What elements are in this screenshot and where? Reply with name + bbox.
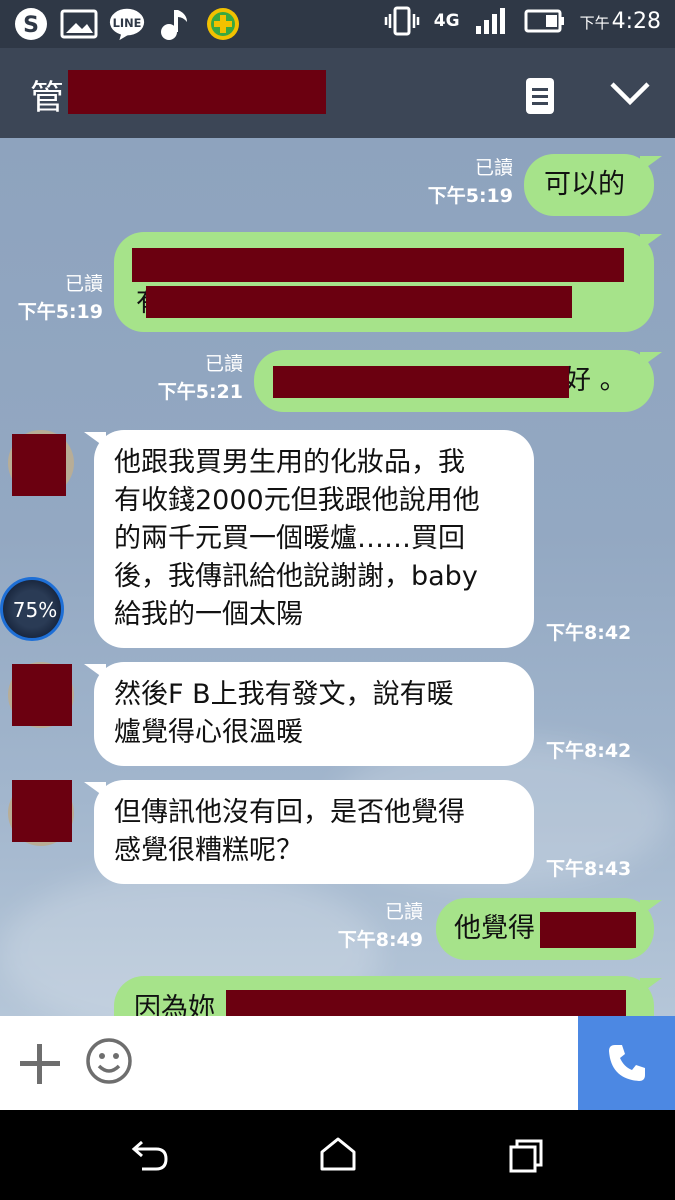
my-message-bubble[interactable]: 可以的: [524, 154, 654, 216]
clock: 下午4:28: [579, 8, 661, 34]
phone-icon: [608, 1045, 645, 1081]
their-message-bubble[interactable]: 但傳訊他沒有回，是否他覺得 感覺很糟糕呢？: [94, 780, 534, 884]
network-type: 4G: [433, 11, 460, 31]
vibrate-icon: [384, 6, 420, 36]
message-meta: 已讀 下午5:19: [17, 273, 103, 323]
redaction-block: [12, 780, 72, 842]
redaction-block: [12, 664, 72, 726]
notification-icons: S LINE: [12, 6, 242, 42]
message-time: 下午8:42: [546, 622, 632, 644]
battery-icon: [524, 9, 564, 33]
system-indicators: 4G 下午4:28: [384, 6, 661, 36]
redaction-block: [132, 248, 624, 282]
message-input-bar: [0, 1016, 675, 1110]
redaction-block: [146, 286, 572, 318]
svg-text:LINE: LINE: [113, 16, 142, 30]
bubble-tail: [640, 978, 662, 994]
redaction-block: [68, 70, 326, 114]
line-icon: LINE: [108, 6, 146, 42]
recent-apps-icon[interactable]: [508, 1138, 544, 1178]
message-meta: 已讀 下午5:21: [157, 353, 243, 403]
redaction-block: [12, 434, 66, 496]
call-button[interactable]: [578, 1016, 675, 1110]
status-bar: S LINE 4G 下午4:28: [0, 0, 675, 48]
plus-app-icon: [204, 6, 242, 42]
their-message-bubble[interactable]: 他跟我買男生用的化妝品，我 有收錢2000元但我跟他說用他 的兩千元買一個暖爐……: [94, 430, 534, 648]
chat-message-list[interactable]: 已讀下午5:19 可以的 已讀下午5:19 有 已讀下午5:21 好 。 他跟我…: [0, 138, 675, 1016]
bubble-tail: [640, 156, 662, 172]
redaction-block: [273, 366, 569, 398]
home-icon[interactable]: [318, 1136, 358, 1176]
skype-icon: S: [12, 6, 50, 42]
plus-icon[interactable]: [18, 1042, 62, 1090]
smiley-icon[interactable]: [84, 1036, 134, 1090]
message-meta: 已讀 下午5:19: [427, 157, 513, 207]
message-meta: 已讀 下午8:49: [337, 901, 423, 951]
back-icon[interactable]: [130, 1138, 170, 1176]
redaction-block: [226, 990, 626, 1016]
music-icon: [156, 6, 194, 42]
chat-header: 管: [0, 48, 675, 138]
redaction-block: [540, 912, 636, 948]
image-icon: [60, 6, 98, 42]
svg-text:S: S: [23, 13, 39, 38]
chevron-down-icon[interactable]: [608, 78, 652, 112]
message-time: 下午8:42: [546, 740, 632, 762]
signal-icon: [475, 8, 505, 34]
system-nav-bar: [0, 1110, 675, 1200]
bubble-tail: [640, 900, 662, 916]
note-icon[interactable]: [522, 76, 558, 120]
bubble-tail: [640, 352, 662, 368]
bubble-tail: [640, 234, 662, 250]
floating-memory-badge[interactable]: 75%: [0, 577, 64, 641]
their-message-bubble[interactable]: 然後F B上我有發文，說有暖 爐覺得心很溫暖: [94, 662, 534, 766]
contact-name[interactable]: 管: [30, 70, 64, 119]
message-time: 下午8:43: [546, 858, 632, 880]
